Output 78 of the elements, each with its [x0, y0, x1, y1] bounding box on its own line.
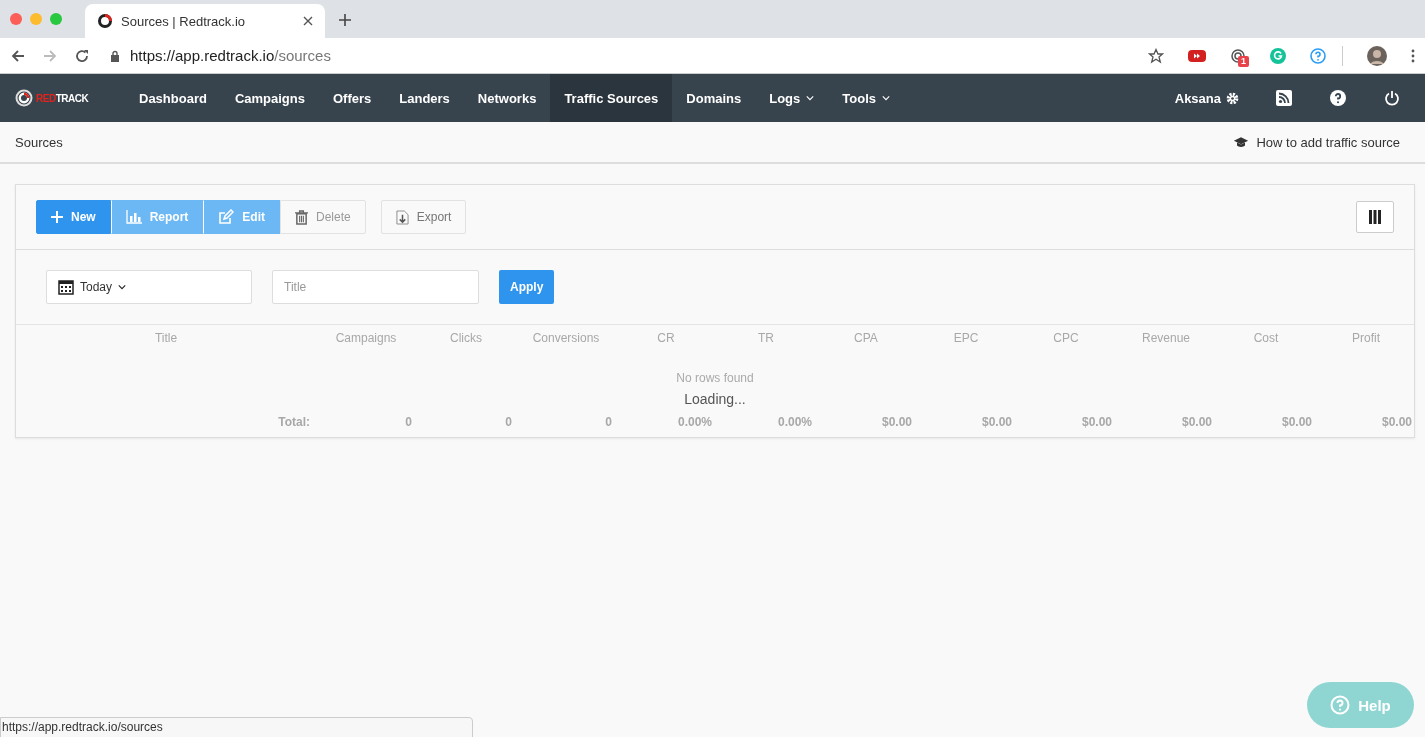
column-header[interactable]: Clicks: [416, 331, 516, 345]
total-cell-text: 0.00%: [776, 415, 813, 429]
logo-icon: [15, 89, 33, 107]
columns-icon: [1369, 210, 1381, 224]
total-cell-text: $0.00: [1080, 415, 1113, 429]
total-cell-text: 0: [404, 415, 413, 429]
browser-tab[interactable]: Sources | Redtrack.io: [85, 4, 325, 38]
date-range-dropdown[interactable]: Today: [46, 270, 252, 304]
column-header[interactable]: CPA: [816, 331, 916, 345]
total-cell-text: $0.00: [1380, 415, 1413, 429]
nav-item[interactable]: Offers: [319, 74, 386, 122]
help-button[interactable]: Help: [1307, 682, 1414, 728]
total-label: Total:: [277, 415, 311, 429]
back-icon[interactable]: [10, 47, 26, 64]
nav-item[interactable]: Traffic Sources: [550, 74, 673, 122]
notification-badge: 1: [1238, 55, 1249, 67]
tab-title: Sources | Redtrack.io: [121, 13, 247, 29]
column-header[interactable]: Cost: [1216, 331, 1316, 345]
new-tab-icon[interactable]: [338, 13, 352, 27]
caret-icon: [118, 284, 127, 290]
play-extension-icon[interactable]: [1188, 48, 1206, 63]
columns-button[interactable]: [1356, 201, 1394, 233]
nav-item[interactable]: Logs: [755, 74, 829, 122]
ring-icon: [97, 13, 113, 29]
nav-item[interactable]: Dashboard: [125, 74, 221, 122]
empty-message: No rows found: [676, 371, 754, 385]
column-header[interactable]: Campaigns: [316, 331, 416, 345]
power-icon[interactable]: [1384, 90, 1400, 106]
column-header[interactable]: CR: [616, 331, 716, 345]
rss-icon[interactable]: [1276, 90, 1292, 106]
download-file-icon: [395, 209, 409, 225]
nav-item[interactable]: Landers: [385, 74, 464, 122]
reload-icon[interactable]: [74, 47, 90, 64]
page-title: Sources: [15, 134, 63, 150]
bar-chart-icon: [125, 210, 142, 224]
new-button[interactable]: New: [36, 200, 111, 234]
nav-item[interactable]: Tools: [828, 74, 904, 122]
total-cell-text: $0.00: [1280, 415, 1313, 429]
question-icon: [1330, 695, 1351, 715]
column-header[interactable]: Conversions: [516, 331, 616, 345]
pencil-icon: [218, 209, 235, 225]
column-header[interactable]: TR: [716, 331, 816, 345]
column-header[interactable]: EPC: [916, 331, 1016, 345]
help-icon[interactable]: [1330, 90, 1346, 106]
help-link[interactable]: How to add traffic source: [1233, 134, 1400, 150]
close-tab-icon[interactable]: [303, 16, 313, 26]
address-field[interactable]: https://app.redtrack.io/sources: [130, 47, 1124, 64]
graduation-cap-icon: [1233, 135, 1250, 149]
title-search-field[interactable]: Title: [272, 270, 479, 304]
total-cell-text: 0.00%: [676, 415, 713, 429]
trash-icon: [295, 209, 309, 225]
help-extension-icon[interactable]: [1310, 47, 1326, 64]
total-cell-text: $0.00: [980, 415, 1013, 429]
nav-item[interactable]: Domains: [672, 74, 756, 122]
user-menu[interactable]: Aksana: [1174, 90, 1240, 106]
lock-icon: [110, 49, 120, 62]
column-header[interactable]: Title: [16, 331, 316, 345]
gear-icon: [1225, 90, 1240, 106]
apply-button[interactable]: Apply: [499, 270, 555, 304]
calendar-icon: [58, 279, 74, 295]
column-header[interactable]: Revenue: [1116, 331, 1216, 345]
nav-item[interactable]: Campaigns: [220, 74, 319, 122]
column-header[interactable]: Profit: [1316, 331, 1416, 345]
export-button[interactable]: Export: [380, 200, 467, 234]
logo-text: REDTRACK: [36, 92, 89, 104]
status-bar-url: https://app.redtrack.io/sources: [0, 717, 473, 737]
total-cell-text: $0.00: [1180, 415, 1213, 429]
total-cell-text: 0: [604, 415, 613, 429]
more-icon[interactable]: [1411, 48, 1415, 63]
nav-item[interactable]: Networks: [463, 74, 551, 122]
total-cell-text: $0.00: [880, 415, 913, 429]
column-header[interactable]: CPC: [1016, 331, 1116, 345]
star-icon[interactable]: [1148, 47, 1164, 64]
loading-message: Loading...: [684, 391, 746, 407]
spiral-extension-icon[interactable]: [1230, 47, 1246, 64]
avatar-icon[interactable]: [1367, 45, 1387, 66]
total-cell-text: 0: [504, 415, 513, 429]
plus-icon: [51, 211, 63, 223]
